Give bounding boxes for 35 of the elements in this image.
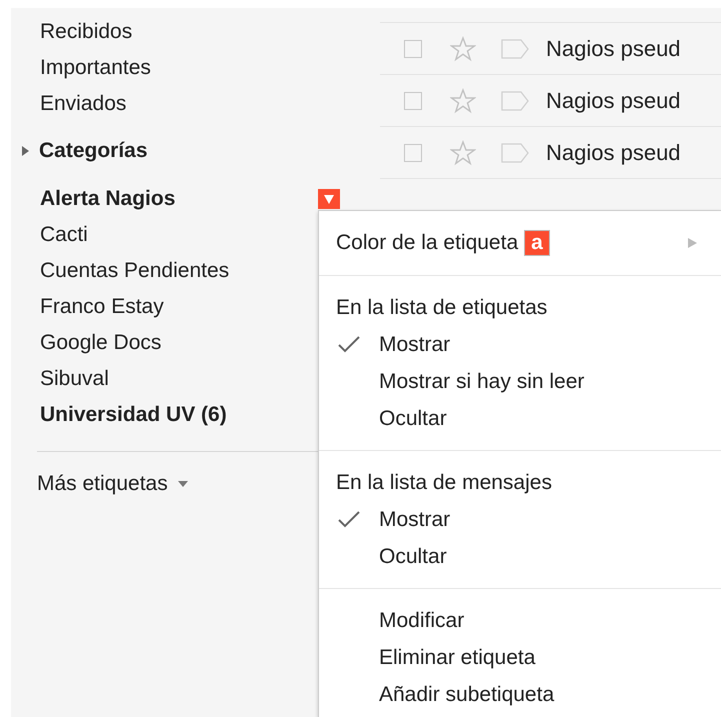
category-link[interactable]: Categorías — [39, 139, 340, 163]
menu-option[interactable]: Mostrar — [379, 508, 450, 532]
menu-item[interactable]: Eliminar etiqueta — [379, 646, 536, 670]
dropdown-caret-icon[interactable] — [178, 481, 188, 487]
menu-item[interactable]: Modificar — [379, 608, 464, 632]
caret-icon — [323, 194, 335, 204]
menu-item[interactable]: Color de la etiqueta — [336, 231, 518, 255]
label-link[interactable]: Alerta Nagios — [40, 187, 318, 211]
menu-item[interactable]: Añadir subetiqueta — [379, 682, 554, 706]
menu-option[interactable]: Ocultar — [379, 406, 447, 430]
importance-marker-icon[interactable] — [501, 90, 529, 110]
message-subject[interactable]: Nagios pseud — [546, 140, 681, 166]
menu-option[interactable]: Ocultar — [379, 544, 447, 568]
label-options-button[interactable] — [318, 189, 340, 209]
folder-link[interactable]: Importantes — [40, 56, 340, 80]
menu-section-header: En la lista de mensajes — [336, 470, 552, 494]
menu-option[interactable]: Mostrar — [379, 332, 450, 356]
menu-section-header: En la lista de etiquetas — [336, 296, 548, 320]
folder-link[interactable]: Enviados — [40, 92, 340, 116]
message-subject[interactable]: Nagios pseud — [546, 36, 681, 62]
importance-marker-icon[interactable] — [501, 142, 529, 162]
submenu-arrow-icon — [688, 238, 697, 248]
select-checkbox[interactable] — [404, 92, 422, 110]
star-icon[interactable] — [450, 36, 476, 62]
menu-option[interactable]: Mostrar si hay sin leer — [379, 370, 584, 394]
more-labels-link[interactable]: Más etiquetas — [37, 472, 168, 496]
star-icon[interactable] — [450, 140, 476, 166]
select-checkbox[interactable] — [404, 40, 422, 58]
folder-link[interactable]: Recibidos — [40, 20, 340, 44]
star-icon[interactable] — [450, 88, 476, 114]
importance-marker-icon[interactable] — [501, 38, 529, 58]
message-subject[interactable]: Nagios pseud — [546, 88, 681, 114]
select-checkbox[interactable] — [404, 144, 422, 162]
label-color-swatch: a — [524, 230, 550, 256]
expand-caret-icon[interactable] — [20, 145, 30, 157]
